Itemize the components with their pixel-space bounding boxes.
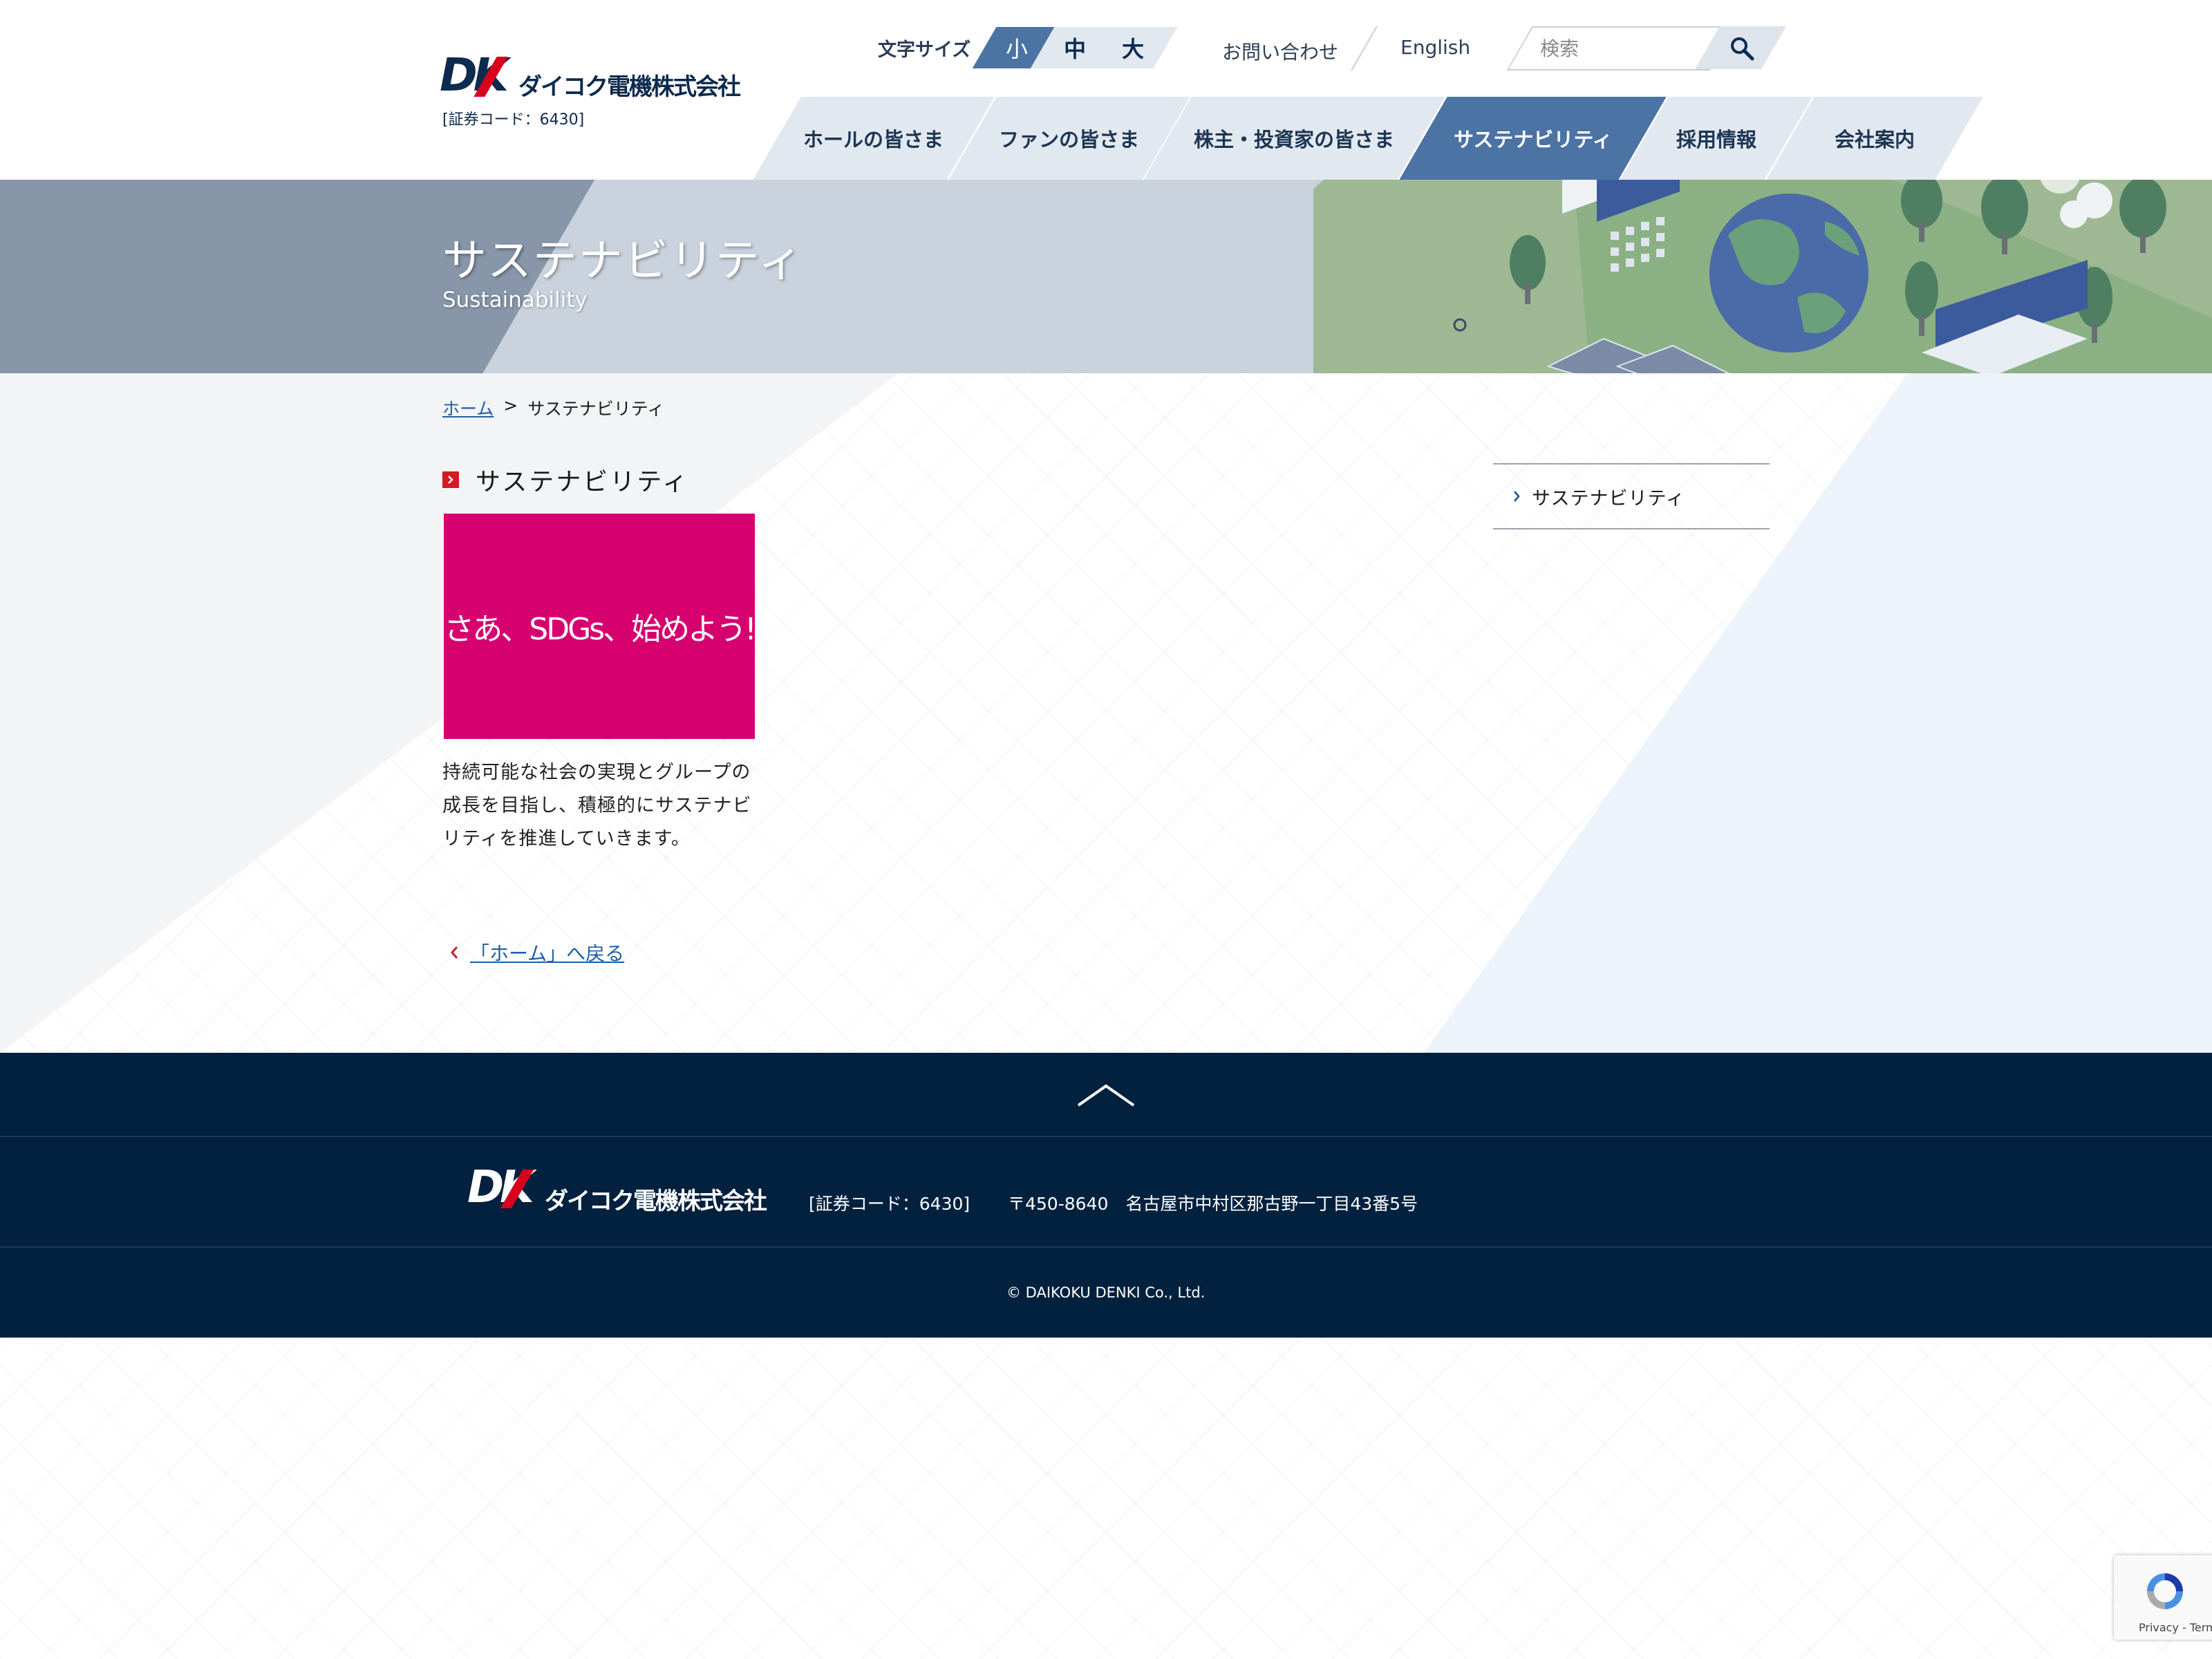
global-nav: ホールの皆さま ファンの皆さま 株主・投資家の皆さま サステナビリティ 採用情報… [753, 97, 1983, 180]
footer-divider-bottom [0, 1246, 2212, 1248]
sdgs-banner-link[interactable]: さあ、SDGs、始めよう! [444, 514, 757, 739]
heading-marker-icon [442, 471, 459, 488]
footer-address: 〒450-8640 名古屋市中村区那古野一丁目43番5号 [1008, 1194, 1418, 1214]
english-link[interactable]: English [1400, 36, 1470, 59]
nav-tab-label: 採用情報 [1676, 128, 1757, 151]
font-size-medium-label: 中 [1063, 36, 1086, 62]
sidebar-item-sustainability[interactable]: サステナビリティ [1493, 463, 1770, 529]
nav-tab-label: ホールの皆さま [803, 128, 944, 151]
sidebar-item-label: サステナビリティ [1532, 487, 1685, 509]
hero-banner: サステナビリティ Sustainability [0, 180, 2212, 373]
chevron-left-icon [451, 946, 458, 959]
font-size-label: 文字サイズ [878, 39, 971, 61]
footer-divider-top [0, 1136, 2212, 1137]
section-heading: サステナビリティ [442, 462, 689, 498]
sdgs-banner-text: さあ、SDGs、始めよう! [444, 612, 756, 647]
logo-company-name: ダイコク電機株式会社 [518, 73, 741, 101]
font-size-small-label: 小 [1005, 36, 1028, 62]
search-input[interactable] [1528, 28, 1714, 69]
copyright: © DAIKOKU DENKI Co., Ltd. [1006, 1284, 1206, 1301]
chevron-right-icon [1514, 491, 1520, 502]
search-icon [1731, 37, 1754, 61]
recaptcha-icon [2147, 1573, 2183, 1609]
hero-illustration [1313, 180, 2212, 373]
nav-tab-label: サステナビリティ [1453, 128, 1613, 151]
nav-tab-label: 株主・投資家の皆さま [1194, 128, 1395, 151]
back-link-label: 「ホーム」へ戻る [470, 942, 625, 965]
footer-logo-letter-d: D [467, 1162, 504, 1213]
recaptcha-links[interactable]: Privacy - Terms [2139, 1621, 2212, 1634]
back-to-home-link[interactable]: 「ホーム」へ戻る [449, 939, 624, 966]
hero-title: サステナビリティ [442, 236, 804, 287]
contact-link[interactable]: お問い合わせ [1222, 37, 1338, 65]
nav-tab-label: ファンの皆さま [998, 128, 1139, 151]
nav-tab-investors[interactable]: 株主・投資家の皆さま [1143, 97, 1447, 180]
page-title: サステナビリティ [476, 468, 690, 496]
nav-tab-label: 会社案内 [1835, 128, 1915, 151]
stock-code: [証券コード：6430] [442, 111, 585, 129]
breadcrumb-current: サステナビリティ [527, 399, 665, 419]
breadcrumb: ホーム > サステナビリティ [442, 395, 664, 420]
sdgs-description: 持続可能な社会の実現とグループの成長を目指し、積極的にサステナビリティを推進して… [442, 762, 752, 850]
footer-stock-code: [証券コード：6430] [809, 1194, 971, 1214]
chevron-up-icon [1077, 1084, 1135, 1107]
page-top-button[interactable] [1065, 1065, 1147, 1127]
logo-letter-d: D [440, 48, 478, 102]
breadcrumb-home-link[interactable]: ホーム [442, 395, 494, 420]
footer-company-name: ダイコク電機株式会社 [545, 1188, 767, 1215]
font-size-large-label: 大 [1121, 36, 1144, 62]
hero-subtitle: Sustainability [442, 288, 588, 312]
search-button[interactable] [1721, 28, 1763, 69]
breadcrumb-separator: > [503, 395, 518, 415]
